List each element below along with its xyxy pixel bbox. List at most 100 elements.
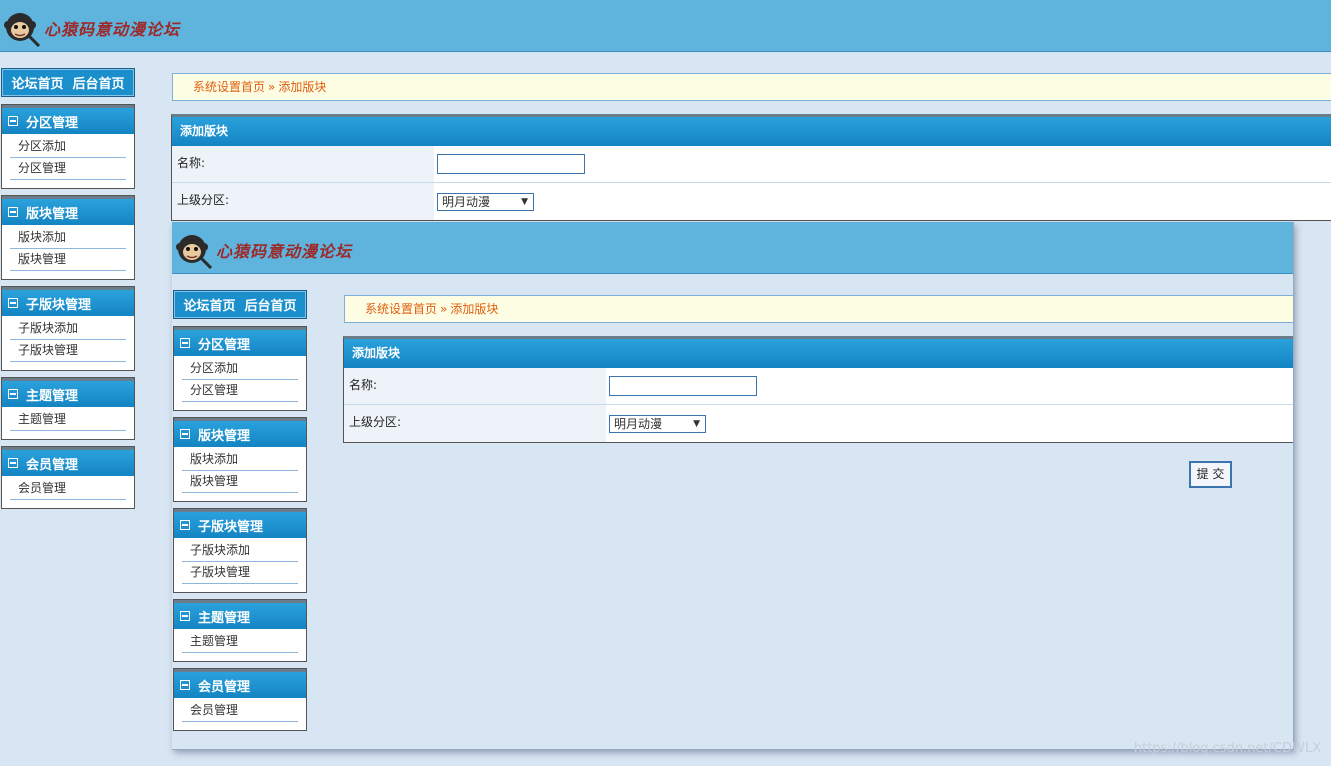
sidebar-group-board: 版块管理 版块添加 版块管理 [1, 195, 135, 280]
sidebar-item-zone-add[interactable]: 分区添加 [182, 358, 298, 380]
sidebar-item-board-add[interactable]: 版块添加 [10, 227, 126, 249]
collapse-icon [8, 389, 18, 399]
sidebar-group-title: 分区管理 [198, 337, 251, 353]
name-input[interactable] [437, 154, 585, 174]
sidebar-item-board-add[interactable]: 版块添加 [182, 449, 298, 471]
sidebar-item-zone-manage[interactable]: 分区管理 [182, 380, 298, 402]
form-title: 添加版块 [172, 117, 1331, 146]
monkey-logo-icon [4, 13, 40, 47]
sidebar-item-member-manage[interactable]: 会员管理 [182, 700, 298, 722]
collapse-icon [8, 298, 18, 308]
watermark: https://blog.csdn.net/CDWLX [1133, 741, 1321, 756]
sidebar-item-subboard-manage[interactable]: 子版块管理 [10, 340, 126, 362]
sidebar-group-header[interactable]: 主题管理 [2, 378, 134, 407]
sidebar-group-header[interactable]: 子版块管理 [2, 287, 134, 316]
collapse-icon [8, 458, 18, 468]
top-nav: 论坛首页 后台首页 [1, 68, 135, 97]
admin-page-inner: 心猿码意动漫论坛 论坛首页 后台首页 分区管理 分区添加 分区管理 版块管理 版… [172, 222, 1294, 750]
sidebar-item-zone-add[interactable]: 分区添加 [10, 136, 126, 158]
sidebar-item-board-manage[interactable]: 版块管理 [182, 471, 298, 493]
form-row-name: 名称: [344, 368, 1293, 405]
sidebar-item-subboard-manage[interactable]: 子版块管理 [182, 562, 298, 584]
sidebar-group-title: 主题管理 [198, 610, 251, 626]
form-title: 添加版块 [344, 339, 1293, 368]
add-board-form: 添加版块 名称: 上级分区: 明月动漫 ▼ [343, 336, 1293, 443]
collapse-icon [180, 520, 190, 530]
site-logo-text: 心猿码意动漫论坛 [44, 20, 181, 39]
breadcrumb-separator: » [440, 302, 448, 316]
sidebar-group-title: 子版块管理 [198, 519, 264, 535]
dropdown-arrow-icon: ▼ [521, 196, 528, 207]
breadcrumb: 系统设置首页» 添加版块 [344, 295, 1293, 323]
site-logo[interactable]: 心猿码意动漫论坛 [4, 9, 180, 47]
sidebar-group-header[interactable]: 子版块管理 [174, 509, 306, 538]
sidebar-group-member: 会员管理 会员管理 [173, 668, 307, 731]
sidebar-group-topic: 主题管理 主题管理 [173, 599, 307, 662]
breadcrumb-current: 添加版块 [450, 302, 499, 316]
forum-home-link[interactable]: 论坛首页 [183, 295, 235, 314]
name-label: 名称: [172, 146, 434, 182]
sidebar-item-subboard-add[interactable]: 子版块添加 [10, 318, 126, 340]
top-banner: 心猿码意动漫论坛 [172, 222, 1293, 274]
top-banner: 心猿码意动漫论坛 [0, 0, 1331, 52]
collapse-icon [8, 207, 18, 217]
top-nav: 论坛首页 后台首页 [173, 290, 307, 319]
sidebar-group-zone: 分区管理 分区添加 分区管理 [173, 326, 307, 411]
breadcrumb-home-link[interactable]: 系统设置首页 [365, 302, 437, 316]
collapse-icon [180, 680, 190, 690]
sidebar-item-zone-manage[interactable]: 分区管理 [10, 158, 126, 180]
sidebar-group-topic: 主题管理 主题管理 [1, 377, 135, 440]
sidebar-group-header[interactable]: 会员管理 [174, 669, 306, 698]
breadcrumb-home-link[interactable]: 系统设置首页 [193, 80, 265, 94]
collapse-icon [180, 338, 190, 348]
sidebar-group-title: 会员管理 [198, 679, 251, 695]
dropdown-arrow-icon: ▼ [693, 418, 700, 429]
sidebar-item-topic-manage[interactable]: 主题管理 [182, 631, 298, 653]
form-row-parent: 上级分区: 明月动漫 ▼ [172, 183, 1331, 220]
sidebar-group-title: 子版块管理 [26, 297, 92, 313]
sidebar-item-board-manage[interactable]: 版块管理 [10, 249, 126, 271]
sidebar-item-subboard-add[interactable]: 子版块添加 [182, 540, 298, 562]
sidebar-group-header[interactable]: 版块管理 [2, 196, 134, 225]
sidebar-item-member-manage[interactable]: 会员管理 [10, 478, 126, 500]
breadcrumb-separator: » [268, 80, 276, 94]
collapse-icon [180, 611, 190, 621]
parent-zone-select[interactable]: 明月动漫 ▼ [609, 414, 706, 433]
sidebar-group-board: 版块管理 版块添加 版块管理 [173, 417, 307, 502]
sidebar-group-title: 版块管理 [26, 206, 79, 222]
site-logo-text: 心猿码意动漫论坛 [216, 242, 353, 261]
collapse-icon [8, 116, 18, 126]
admin-home-link[interactable]: 后台首页 [245, 295, 297, 314]
sidebar-group-title: 版块管理 [198, 428, 251, 444]
sidebar-group-zone: 分区管理 分区添加 分区管理 [1, 104, 135, 189]
parent-zone-label: 上级分区: [172, 183, 434, 220]
add-board-form: 添加版块 名称: 上级分区: 明月动漫 ▼ [171, 114, 1331, 221]
sidebar-group-header[interactable]: 分区管理 [2, 105, 134, 134]
name-label: 名称: [344, 368, 606, 404]
sidebar-group-title: 主题管理 [26, 388, 79, 404]
sidebar-item-topic-manage[interactable]: 主题管理 [10, 409, 126, 431]
parent-zone-select[interactable]: 明月动漫 ▼ [437, 192, 534, 211]
admin-home-link[interactable]: 后台首页 [73, 73, 125, 92]
breadcrumb: 系统设置首页» 添加版块 [172, 73, 1331, 101]
sidebar-group-header[interactable]: 会员管理 [2, 447, 134, 476]
sidebar-group-header[interactable]: 主题管理 [174, 600, 306, 629]
collapse-icon [180, 429, 190, 439]
sidebar-group-subboard: 子版块管理 子版块添加 子版块管理 [1, 286, 135, 371]
sidebar-group-title: 会员管理 [26, 457, 79, 473]
sidebar-group-member: 会员管理 会员管理 [1, 446, 135, 509]
parent-zone-selected: 明月动漫 [442, 194, 491, 209]
breadcrumb-current: 添加版块 [278, 80, 327, 94]
forum-home-link[interactable]: 论坛首页 [11, 73, 63, 92]
parent-zone-label: 上级分区: [344, 405, 606, 442]
name-input[interactable] [609, 376, 757, 396]
sidebar-group-subboard: 子版块管理 子版块添加 子版块管理 [173, 508, 307, 593]
form-row-name: 名称: [172, 146, 1331, 183]
sidebar-group-header[interactable]: 分区管理 [174, 327, 306, 356]
monkey-logo-icon [176, 235, 212, 269]
sidebar-group-header[interactable]: 版块管理 [174, 418, 306, 447]
form-row-parent: 上级分区: 明月动漫 ▼ [344, 405, 1293, 442]
site-logo[interactable]: 心猿码意动漫论坛 [176, 231, 352, 269]
submit-button[interactable]: 提 交 [1189, 461, 1232, 488]
parent-zone-selected: 明月动漫 [614, 416, 663, 431]
